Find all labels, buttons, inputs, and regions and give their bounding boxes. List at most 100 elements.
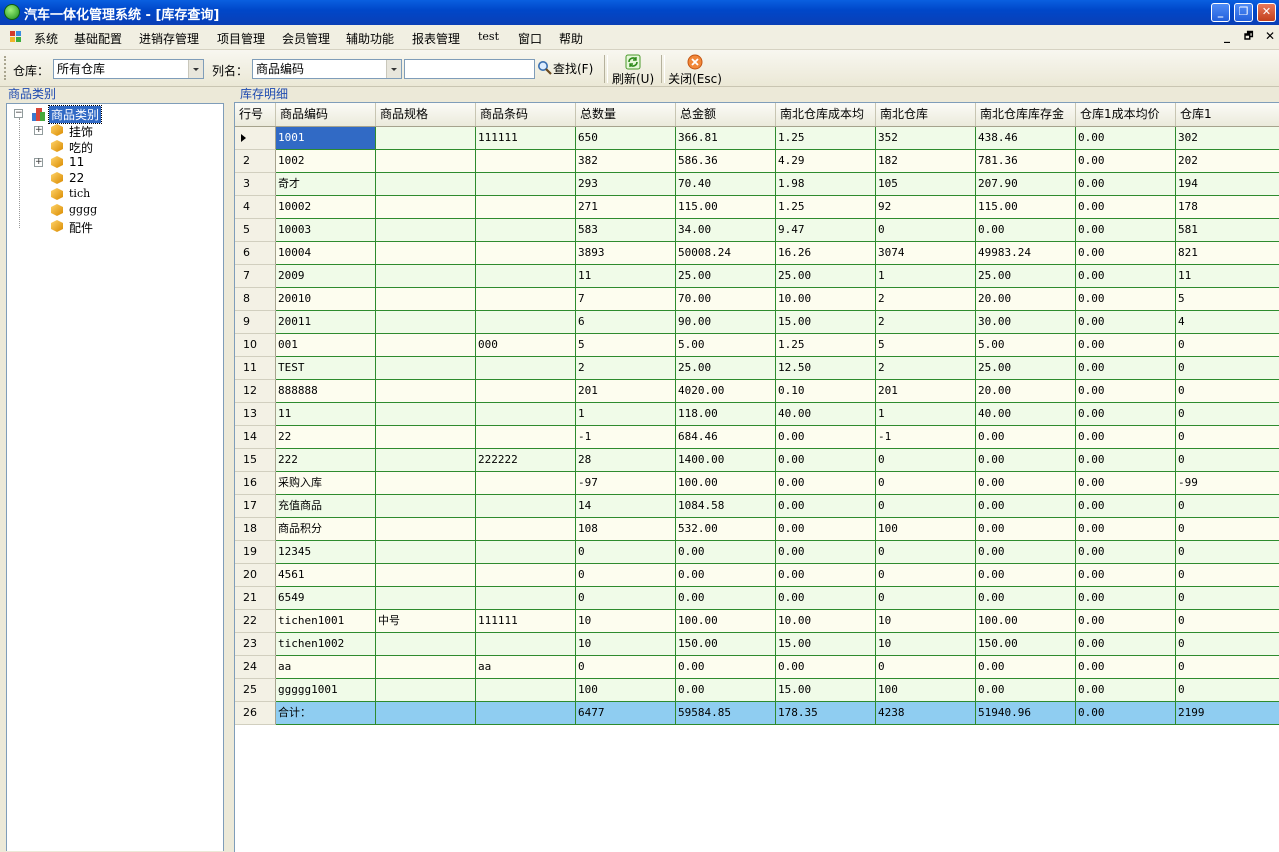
cell-total-amount[interactable]: 532.00 bbox=[676, 518, 776, 541]
cell-total-qty[interactable]: -1 bbox=[576, 426, 676, 449]
cell-warehouse1[interactable]: 202 bbox=[1176, 150, 1279, 173]
menu-base-config[interactable]: 基础配置 bbox=[74, 30, 122, 47]
cell-nanbei-avg-cost[interactable]: 40.00 bbox=[776, 403, 876, 426]
cell-product-barcode[interactable] bbox=[476, 679, 576, 702]
cell-nanbei-stock-amount[interactable]: 100.00 bbox=[976, 610, 1076, 633]
tree-item-food[interactable]: 吃的 bbox=[7, 138, 223, 155]
cell-nanbei-avg-cost[interactable]: 1.25 bbox=[776, 127, 876, 150]
cell-product-code[interactable]: 商品积分 bbox=[276, 518, 376, 541]
table-row[interactable]: 15 222 222222 28 1400.00 0.00 0 0.00 0.00 0 bbox=[235, 449, 1279, 472]
row-number[interactable]: 23 bbox=[235, 633, 276, 656]
table-row[interactable]: 3 奇才 293 70.40 1.98 105 207.90 0.00 194 bbox=[235, 173, 1279, 196]
cell-total-amount[interactable]: 150.00 bbox=[676, 633, 776, 656]
cell-warehouse1-avg-cost[interactable]: 0.00 bbox=[1076, 426, 1176, 449]
cell-warehouse1-avg-cost[interactable]: 0.00 bbox=[1076, 403, 1176, 426]
cell-product-spec[interactable] bbox=[376, 357, 476, 380]
cell-warehouse1-avg-cost[interactable]: 0.00 bbox=[1076, 150, 1176, 173]
cell-nanbei-warehouse[interactable]: 2 bbox=[876, 288, 976, 311]
cell-total-qty[interactable]: 271 bbox=[576, 196, 676, 219]
cell-warehouse1[interactable]: 0 bbox=[1176, 495, 1279, 518]
cell-product-spec[interactable] bbox=[376, 518, 476, 541]
cell-nanbei-warehouse[interactable]: 2 bbox=[876, 357, 976, 380]
toolbar-grip[interactable] bbox=[4, 56, 9, 80]
cell-nanbei-avg-cost[interactable]: 15.00 bbox=[776, 311, 876, 334]
table-row[interactable]: 18 商品积分 108 532.00 0.00 100 0.00 0.00 0 bbox=[235, 518, 1279, 541]
tree-root[interactable]: − 商品类别 bbox=[7, 105, 223, 124]
cell-nanbei-warehouse[interactable]: 3074 bbox=[876, 242, 976, 265]
cell-warehouse1[interactable]: 5 bbox=[1176, 288, 1279, 311]
cell-total-qty[interactable]: 6 bbox=[576, 311, 676, 334]
cell-warehouse1[interactable]: 0 bbox=[1176, 541, 1279, 564]
cell-product-code[interactable]: 10004 bbox=[276, 242, 376, 265]
restore-button[interactable]: ❐ bbox=[1234, 3, 1253, 22]
cell-warehouse1-avg-cost[interactable]: 0.00 bbox=[1076, 334, 1176, 357]
cell-product-spec[interactable] bbox=[376, 242, 476, 265]
cell-product-code[interactable]: tichen1002 bbox=[276, 633, 376, 656]
cell-product-spec[interactable] bbox=[376, 587, 476, 610]
cell-warehouse1[interactable]: 302 bbox=[1176, 127, 1279, 150]
cell-total-amount[interactable]: 70.00 bbox=[676, 288, 776, 311]
find-button[interactable]: 查找(F) bbox=[537, 60, 593, 77]
cell-product-spec[interactable] bbox=[376, 150, 476, 173]
cell-product-code[interactable]: 20011 bbox=[276, 311, 376, 334]
cell-warehouse1-avg-cost[interactable]: 0.00 bbox=[1076, 656, 1176, 679]
cell-total-qty[interactable]: 293 bbox=[576, 173, 676, 196]
cell-total-amount[interactable]: 4020.00 bbox=[676, 380, 776, 403]
menu-tools[interactable]: 辅助功能 bbox=[346, 30, 394, 47]
cell-nanbei-stock-amount[interactable]: 0.00 bbox=[976, 679, 1076, 702]
cell-warehouse1[interactable]: 581 bbox=[1176, 219, 1279, 242]
table-row[interactable]: 2 1002 382 586.36 4.29 182 781.36 0.00 202 bbox=[235, 150, 1279, 173]
tree-item-gggg[interactable]: gggg bbox=[7, 202, 223, 218]
cell-total-amount[interactable]: 118.00 bbox=[676, 403, 776, 426]
cell-nanbei-warehouse[interactable]: 100 bbox=[876, 518, 976, 541]
cell-total-amount[interactable]: 100.00 bbox=[676, 472, 776, 495]
cell-product-barcode[interactable] bbox=[476, 265, 576, 288]
cell-warehouse1-avg-cost[interactable]: 0.00 bbox=[1076, 541, 1176, 564]
row-number-header[interactable]: 行号 bbox=[235, 103, 276, 126]
cell-warehouse1[interactable]: 821 bbox=[1176, 242, 1279, 265]
table-row[interactable]: 14 22 -1 684.46 0.00 -1 0.00 0.00 0 bbox=[235, 426, 1279, 449]
cell-product-barcode[interactable] bbox=[476, 472, 576, 495]
cell-nanbei-stock-amount[interactable]: 781.36 bbox=[976, 150, 1076, 173]
column-header-warehouse1[interactable]: 仓库1 bbox=[1176, 103, 1279, 126]
cell-total-amount[interactable]: 90.00 bbox=[676, 311, 776, 334]
warehouse-select[interactable]: 所有仓库 bbox=[53, 59, 204, 79]
cell-product-code[interactable]: 10002 bbox=[276, 196, 376, 219]
row-number[interactable]: 11 bbox=[235, 357, 276, 380]
cell-total-qty[interactable]: 3893 bbox=[576, 242, 676, 265]
table-row[interactable]: 4 10002 271 115.00 1.25 92 115.00 0.00 178 bbox=[235, 196, 1279, 219]
cell-warehouse1-avg-cost[interactable]: 0.00 bbox=[1076, 702, 1176, 725]
row-number[interactable]: 19 bbox=[235, 541, 276, 564]
cell-total-qty[interactable]: -97 bbox=[576, 472, 676, 495]
cell-warehouse1-avg-cost[interactable]: 0.00 bbox=[1076, 380, 1176, 403]
row-number[interactable]: 21 bbox=[235, 587, 276, 610]
cell-nanbei-avg-cost[interactable]: 0.00 bbox=[776, 541, 876, 564]
cell-product-code[interactable]: 6549 bbox=[276, 587, 376, 610]
cell-product-code[interactable]: 888888 bbox=[276, 380, 376, 403]
cell-nanbei-warehouse[interactable]: 0 bbox=[876, 541, 976, 564]
cell-warehouse1-avg-cost[interactable]: 0.00 bbox=[1076, 242, 1176, 265]
cell-nanbei-stock-amount[interactable]: 0.00 bbox=[976, 656, 1076, 679]
cell-total-qty[interactable]: 2 bbox=[576, 357, 676, 380]
cell-product-code[interactable]: 4561 bbox=[276, 564, 376, 587]
cell-warehouse1-avg-cost[interactable]: 0.00 bbox=[1076, 610, 1176, 633]
cell-nanbei-stock-amount[interactable]: 115.00 bbox=[976, 196, 1076, 219]
cell-nanbei-warehouse[interactable]: 0 bbox=[876, 219, 976, 242]
cell-nanbei-warehouse[interactable]: 10 bbox=[876, 633, 976, 656]
cell-warehouse1-avg-cost[interactable]: 0.00 bbox=[1076, 311, 1176, 334]
cell-total-qty[interactable]: 14 bbox=[576, 495, 676, 518]
cell-total-qty[interactable]: 0 bbox=[576, 541, 676, 564]
cell-nanbei-warehouse[interactable]: 0 bbox=[876, 472, 976, 495]
cell-product-spec[interactable]: 中号 bbox=[376, 610, 476, 633]
cell-warehouse1-avg-cost[interactable]: 0.00 bbox=[1076, 472, 1176, 495]
cell-nanbei-stock-amount[interactable]: 0.00 bbox=[976, 449, 1076, 472]
cell-total-amount[interactable]: 0.00 bbox=[676, 541, 776, 564]
cell-product-spec[interactable] bbox=[376, 495, 476, 518]
minimize-button[interactable]: _ bbox=[1211, 3, 1230, 22]
row-number[interactable]: 25 bbox=[235, 679, 276, 702]
cell-total-amount[interactable]: 34.00 bbox=[676, 219, 776, 242]
cell-product-barcode[interactable] bbox=[476, 311, 576, 334]
cell-warehouse1-avg-cost[interactable]: 0.00 bbox=[1076, 127, 1176, 150]
cell-nanbei-warehouse[interactable]: 0 bbox=[876, 449, 976, 472]
cell-nanbei-stock-amount[interactable]: 30.00 bbox=[976, 311, 1076, 334]
